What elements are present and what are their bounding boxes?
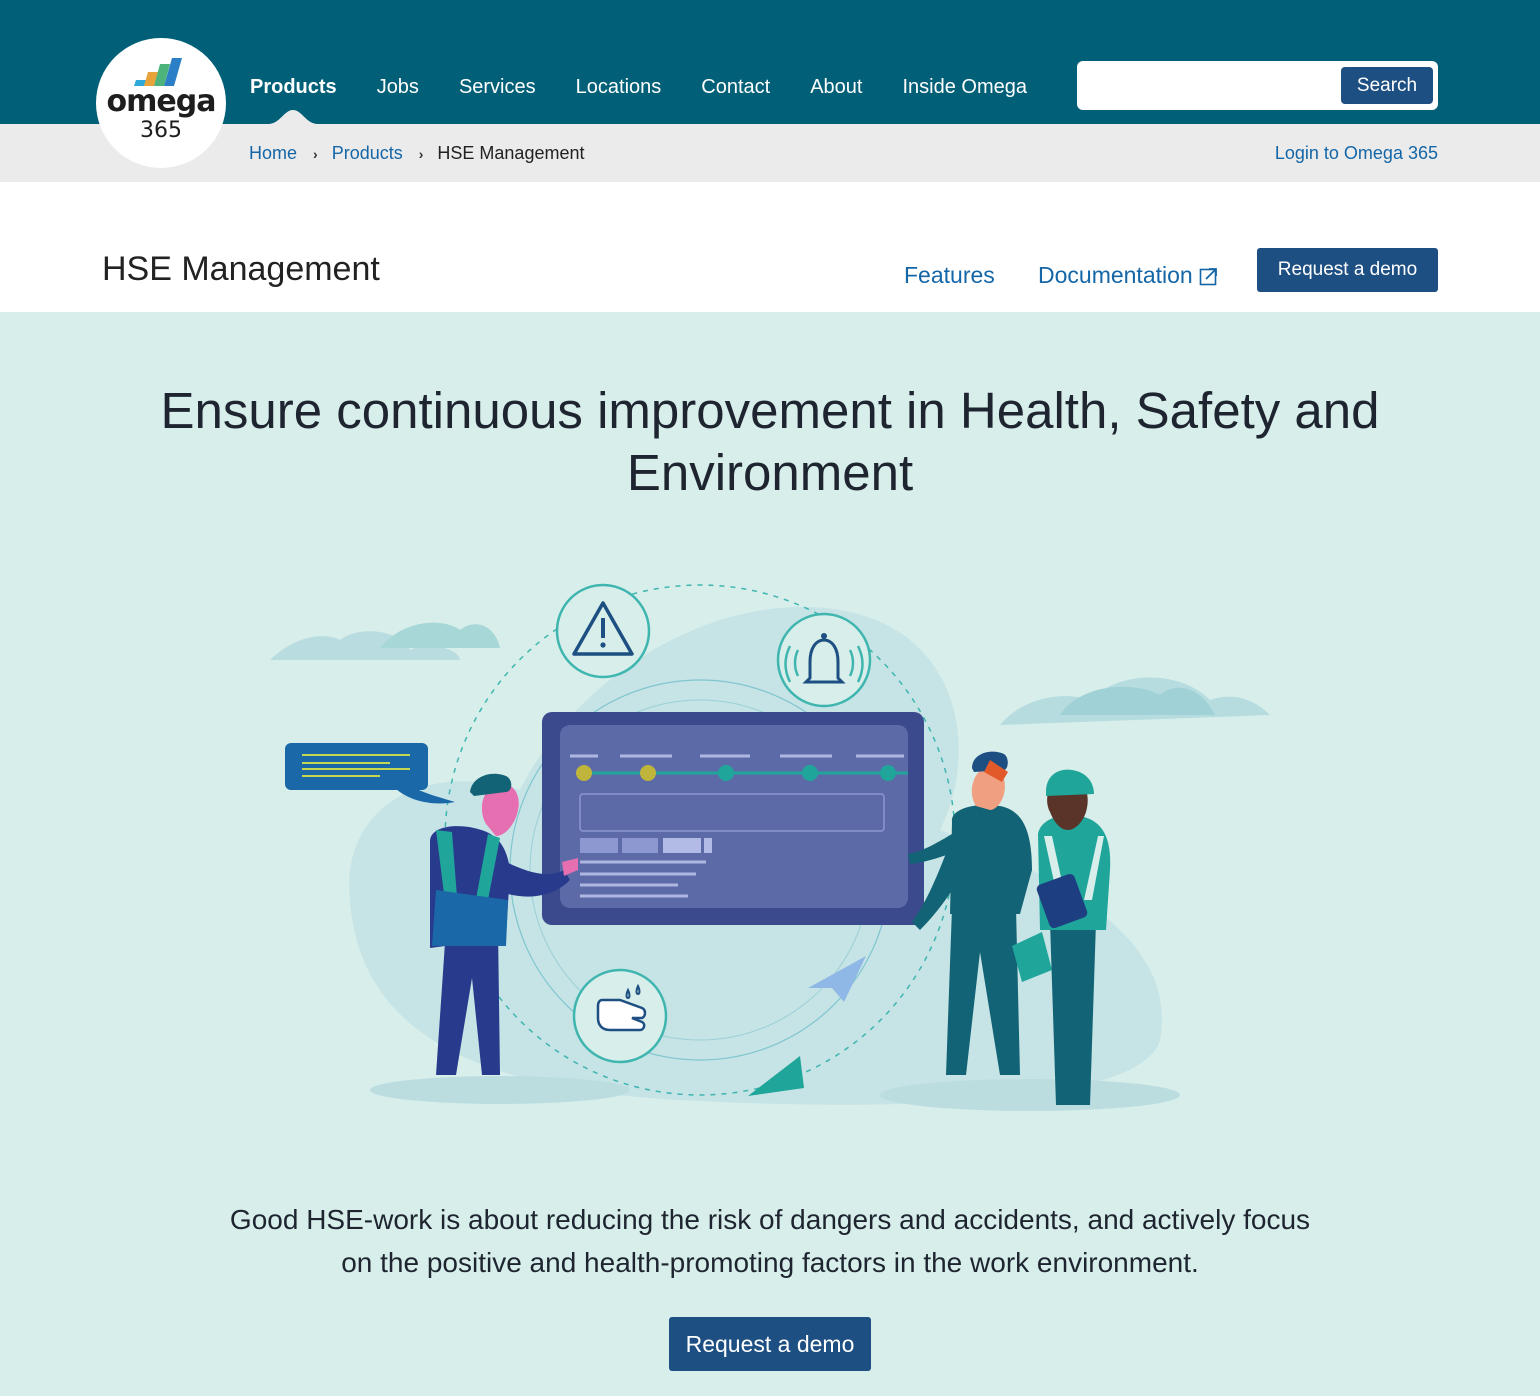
request-demo-button-header[interactable]: Request a demo [1257, 248, 1438, 292]
page-title: HSE Management [102, 250, 380, 288]
breadcrumb: Home › Products › HSE Management [249, 143, 584, 164]
breadcrumb-products[interactable]: Products [332, 143, 403, 164]
search-input[interactable] [1087, 69, 1337, 101]
breadcrumb-current: HSE Management [437, 143, 585, 163]
documentation-link[interactable]: Documentation [1038, 262, 1219, 289]
hse-team-illustration [270, 583, 1270, 1111]
chevron-right-icon: › [313, 145, 318, 162]
logo-bars-icon [134, 58, 182, 86]
nav-services[interactable]: Services [459, 76, 536, 99]
login-link[interactable]: Login to Omega 365 [1275, 143, 1438, 164]
documentation-link-label: Documentation [1038, 262, 1193, 288]
hero-title: Ensure continuous improvement in Health,… [160, 382, 1380, 501]
nav-about[interactable]: About [810, 76, 862, 99]
logo-number: 365 [140, 118, 182, 143]
hero-description: Good HSE-work is about reducing the risk… [229, 1204, 1311, 1278]
nav-inside-omega[interactable]: Inside Omega [902, 76, 1027, 99]
main-nav: Products Jobs Services Locations Contact… [250, 76, 1067, 99]
chevron-right-icon: › [418, 145, 424, 162]
nav-jobs[interactable]: Jobs [377, 76, 419, 99]
request-demo-button[interactable]: Request a demo [669, 1317, 871, 1371]
product-header [0, 182, 1540, 312]
features-link[interactable]: Features [904, 262, 995, 289]
search-box: Search [1077, 61, 1438, 110]
search-button[interactable]: Search [1341, 67, 1433, 104]
nav-contact[interactable]: Contact [701, 76, 770, 99]
logo-wordmark: omega [106, 84, 217, 119]
nav-locations[interactable]: Locations [576, 76, 662, 99]
breadcrumb-home[interactable]: Home [249, 143, 297, 164]
external-link-icon [1199, 268, 1217, 286]
omega-365-logo[interactable]: omega 365 [96, 38, 226, 168]
active-nav-indicator [268, 110, 318, 124]
nav-products[interactable]: Products [250, 76, 337, 99]
